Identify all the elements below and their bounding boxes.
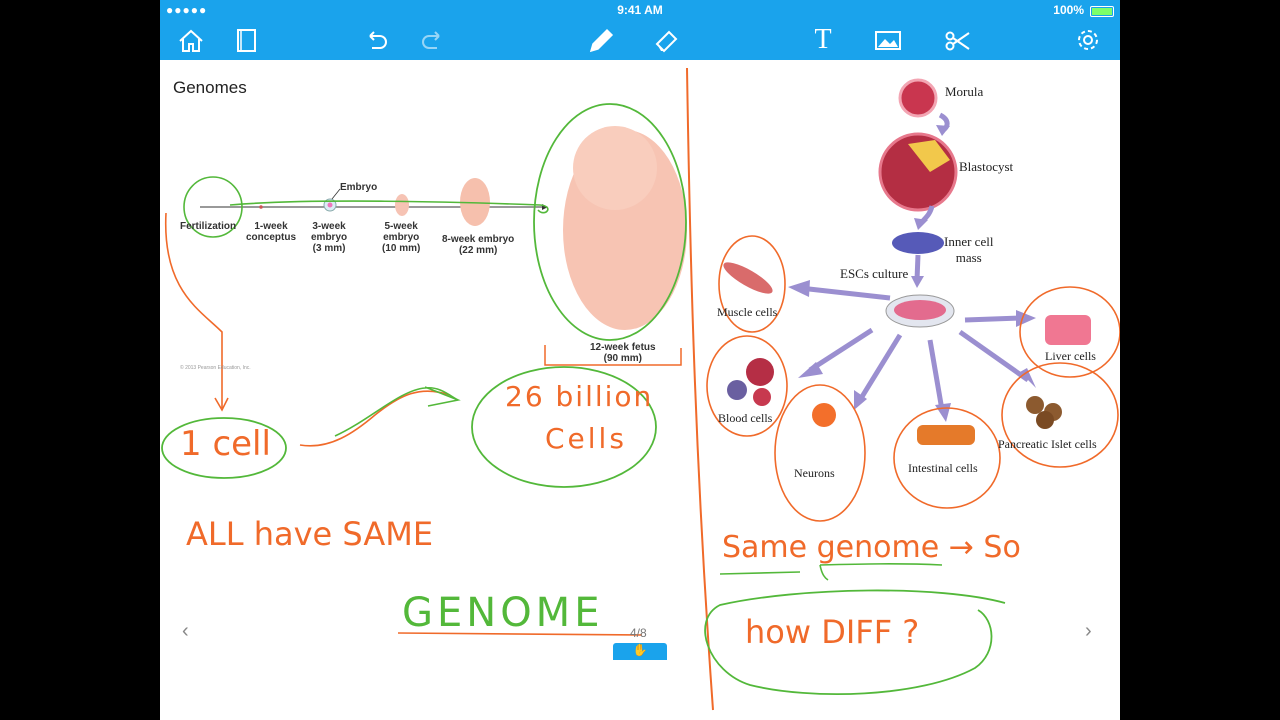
- handwriting-cells: Cells: [545, 422, 627, 455]
- battery-percent: 100%: [1053, 3, 1084, 17]
- stage-5-week: 5-week embryo (10 mm): [382, 221, 421, 254]
- settings-icon[interactable]: [1070, 22, 1106, 58]
- redo-icon[interactable]: [415, 22, 451, 58]
- pen-icon[interactable]: [582, 22, 618, 58]
- intestinal-cells-label: Intestinal cells: [908, 461, 978, 475]
- text-icon[interactable]: T: [805, 22, 841, 58]
- handwriting-how-diff: how DIFF ?: [745, 613, 920, 651]
- blood-cells-label: Blood cells: [718, 411, 773, 425]
- pancreatic-cells-label: Pancreatic Islet cells: [998, 437, 1097, 451]
- status-time: 9:41 AM: [617, 3, 663, 17]
- page-indicator: 4/8: [630, 626, 647, 640]
- copyright-text: © 2013 Pearson Education, Inc.: [180, 365, 251, 371]
- stage-3-week: 3-week embryo (3 mm): [311, 221, 348, 254]
- inner-cell-mass-label: Inner cell mass: [944, 234, 994, 265]
- scissors-icon[interactable]: [940, 22, 976, 58]
- home-icon[interactable]: [173, 22, 209, 58]
- blastocyst-label: Blastocyst: [959, 159, 1014, 174]
- embryo-label: Embryo: [340, 182, 378, 193]
- handwriting-one-cell: 1 cell: [180, 424, 271, 464]
- hand-tool-icon[interactable]: ✋: [613, 643, 667, 660]
- handwriting-26-billion: 26 billion: [505, 380, 654, 413]
- note-canvas[interactable]: Genomes Fertilization 1-week conceptus 3…: [160, 60, 1120, 720]
- morula-label: Morula: [945, 84, 984, 99]
- stage-12-week: 12-week fetus (90 mm): [590, 342, 656, 364]
- page-title: Genomes: [173, 78, 247, 97]
- liver-cells-label: Liver cells: [1045, 349, 1096, 363]
- image-icon[interactable]: [870, 22, 906, 58]
- neurons-label: Neurons: [794, 466, 835, 480]
- undo-icon[interactable]: [358, 22, 394, 58]
- toolbar: T: [160, 20, 1120, 60]
- previous-page-icon[interactable]: ‹: [182, 620, 189, 643]
- notebook-icon[interactable]: [229, 22, 265, 58]
- handwriting-all-have-same: ALL have SAME: [186, 515, 434, 553]
- status-bar: ●●●●● 9:41 AM 100%: [160, 0, 1120, 20]
- handwriting-same-genome: Same genome → So: [722, 530, 1021, 565]
- next-page-icon[interactable]: ›: [1085, 620, 1092, 643]
- eraser-icon[interactable]: [648, 22, 684, 58]
- notes-app-screen: ●●●●● 9:41 AM 100% T Genomes Fertilizati…: [160, 0, 1120, 720]
- escs-culture-label: ESCs culture: [840, 266, 909, 281]
- stage-fertilization: Fertilization: [180, 221, 237, 232]
- handwriting-genome: GENOME: [402, 590, 604, 636]
- battery-icon: [1090, 6, 1114, 17]
- stage-1-week: 1-week conceptus: [246, 221, 297, 243]
- stage-8-week: 8-week embryo (22 mm): [442, 234, 515, 256]
- muscle-cells-label: Muscle cells: [717, 305, 778, 319]
